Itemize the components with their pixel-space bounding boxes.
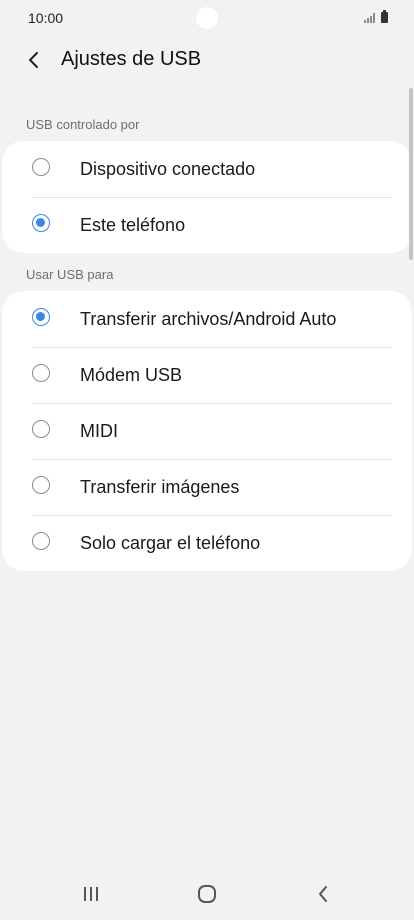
recents-button[interactable] [71, 878, 111, 910]
home-button[interactable] [187, 878, 227, 910]
option-label: MIDI [80, 421, 118, 441]
option-transfer-files[interactable]: Transferir archivos/Android Auto [2, 291, 412, 347]
status-time: 10:00 [28, 10, 64, 26]
radio-unchecked-icon [32, 420, 50, 438]
option-label: Solo cargar el teléfono [80, 533, 261, 553]
use-usb-for-card: Transferir archivos/Android Auto Módem U… [2, 291, 412, 571]
back-button[interactable] [20, 46, 48, 74]
scrollbar[interactable] [409, 88, 413, 260]
usb-controlled-by-card: Dispositivo conectado Este teléfono [2, 141, 412, 253]
navigation-bar [0, 868, 414, 920]
option-this-phone[interactable]: Este teléfono [2, 197, 412, 253]
battery-icon [381, 10, 388, 23]
status-icons [364, 10, 388, 23]
radio-unchecked-icon [32, 364, 50, 382]
option-label: Este teléfono [80, 215, 186, 235]
option-usb-modem[interactable]: Módem USB [2, 347, 412, 403]
option-transfer-images[interactable]: Transferir imágenes [2, 459, 412, 515]
app-header: Ajustes de USB [0, 38, 414, 82]
option-label: Módem USB [80, 365, 183, 385]
nav-back-button[interactable] [303, 878, 343, 910]
home-icon [198, 885, 216, 903]
section-label-usb-controlled-by: USB controlado por [26, 117, 140, 132]
status-bar: 10:00 [0, 0, 414, 36]
recents-icon [84, 887, 98, 901]
page-title: Ajustes de USB [61, 48, 202, 70]
back-icon [319, 886, 327, 902]
camera-cutout [196, 7, 218, 29]
option-label: Transferir archivos/Android Auto [80, 309, 337, 329]
radio-checked-icon [32, 214, 50, 232]
radio-unchecked-icon [32, 476, 50, 494]
radio-unchecked-icon [32, 532, 50, 550]
section-label-use-usb-for: Usar USB para [26, 267, 114, 282]
option-label: Dispositivo conectado [80, 159, 256, 179]
signal-icon [364, 13, 375, 23]
radio-checked-icon [32, 308, 50, 326]
option-midi[interactable]: MIDI [2, 403, 412, 459]
option-charge-only[interactable]: Solo cargar el teléfono [2, 515, 412, 571]
chevron-left-icon [29, 52, 38, 68]
option-connected-device[interactable]: Dispositivo conectado [2, 141, 412, 197]
radio-unchecked-icon [32, 158, 50, 176]
option-label: Transferir imágenes [80, 477, 240, 497]
